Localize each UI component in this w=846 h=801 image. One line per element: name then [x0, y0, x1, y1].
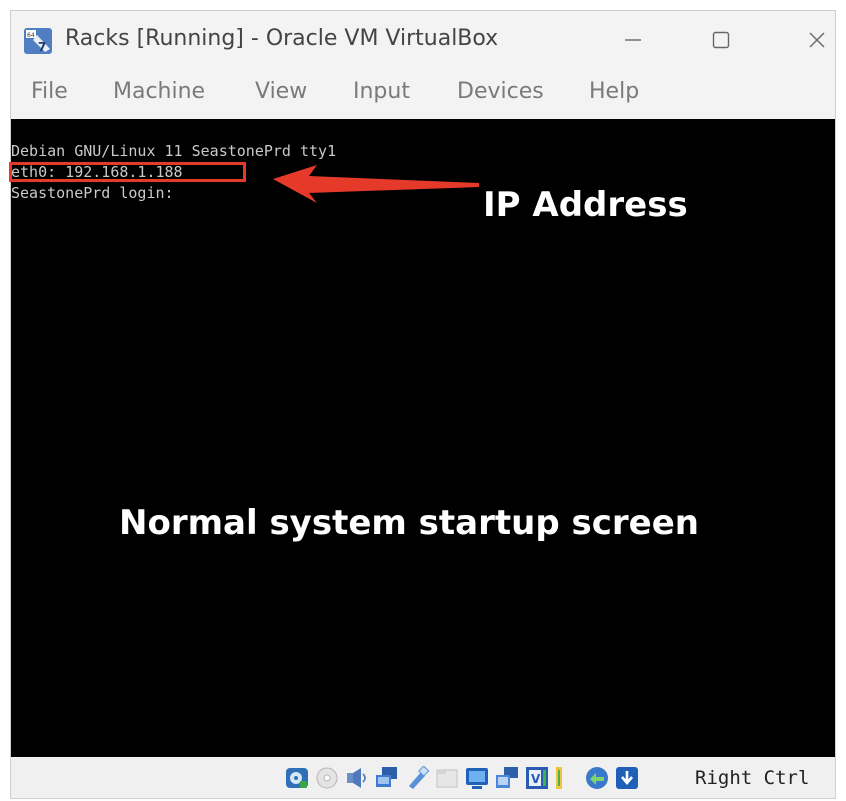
ip-highlight-box — [9, 162, 246, 182]
startup-caption: Normal system startup screen — [119, 503, 699, 543]
title-bar[interactable]: 64 7 Racks [Running] - Oracle VM Virtual… — [11, 11, 835, 69]
host-key-label[interactable]: Right Ctrl — [695, 767, 809, 789]
minimize-button[interactable] — [609, 21, 657, 59]
shared-folders-icon[interactable] — [435, 766, 459, 790]
audio-icon[interactable] — [345, 766, 369, 790]
terminal-line-login: SeastonePrd login: — [11, 184, 174, 202]
svg-text:64: 64 — [27, 32, 35, 39]
status-bar: V Right Ctrl — [11, 757, 835, 798]
ip-address-label: IP Address — [483, 185, 688, 225]
window-title: Racks [Running] - Oracle VM VirtualBox — [65, 26, 499, 51]
svg-text:7: 7 — [38, 40, 46, 54]
snapshot-icon[interactable] — [495, 766, 519, 790]
close-icon — [809, 32, 825, 48]
menu-machine[interactable]: Machine — [113, 79, 205, 104]
virtualbox-window: 64 7 Racks [Running] - Oracle VM Virtual… — [9, 10, 836, 799]
keyboard-capture-icon[interactable] — [615, 766, 639, 790]
optical-drive-icon[interactable] — [315, 766, 339, 790]
cpu-icon[interactable] — [555, 766, 579, 790]
arrow-icon — [273, 165, 479, 203]
menu-help[interactable]: Help — [589, 79, 639, 104]
virtualbox-app-icon: 64 7 — [24, 28, 52, 54]
network-icon[interactable] — [375, 766, 399, 790]
usb-icon[interactable] — [405, 766, 429, 790]
close-button[interactable] — [793, 21, 841, 59]
hard-disk-icon[interactable] — [285, 766, 309, 790]
menu-bar: File Machine View Input Devices Help — [11, 69, 835, 119]
vm-display[interactable]: Debian GNU/Linux 11 SeastonePrd tty1 eth… — [9, 119, 835, 757]
minimize-icon — [625, 39, 641, 41]
terminal-line-os: Debian GNU/Linux 11 SeastonePrd tty1 — [11, 142, 337, 160]
recording-icon[interactable]: V — [525, 766, 549, 790]
menu-input[interactable]: Input — [353, 79, 410, 104]
menu-devices[interactable]: Devices — [457, 79, 544, 104]
svg-text:V: V — [531, 772, 541, 786]
mouse-integration-icon[interactable] — [585, 766, 609, 790]
maximize-button[interactable] — [697, 21, 745, 59]
menu-view[interactable]: View — [255, 79, 307, 104]
maximize-icon — [712, 31, 730, 49]
display-icon[interactable] — [465, 766, 489, 790]
menu-file[interactable]: File — [31, 79, 68, 104]
